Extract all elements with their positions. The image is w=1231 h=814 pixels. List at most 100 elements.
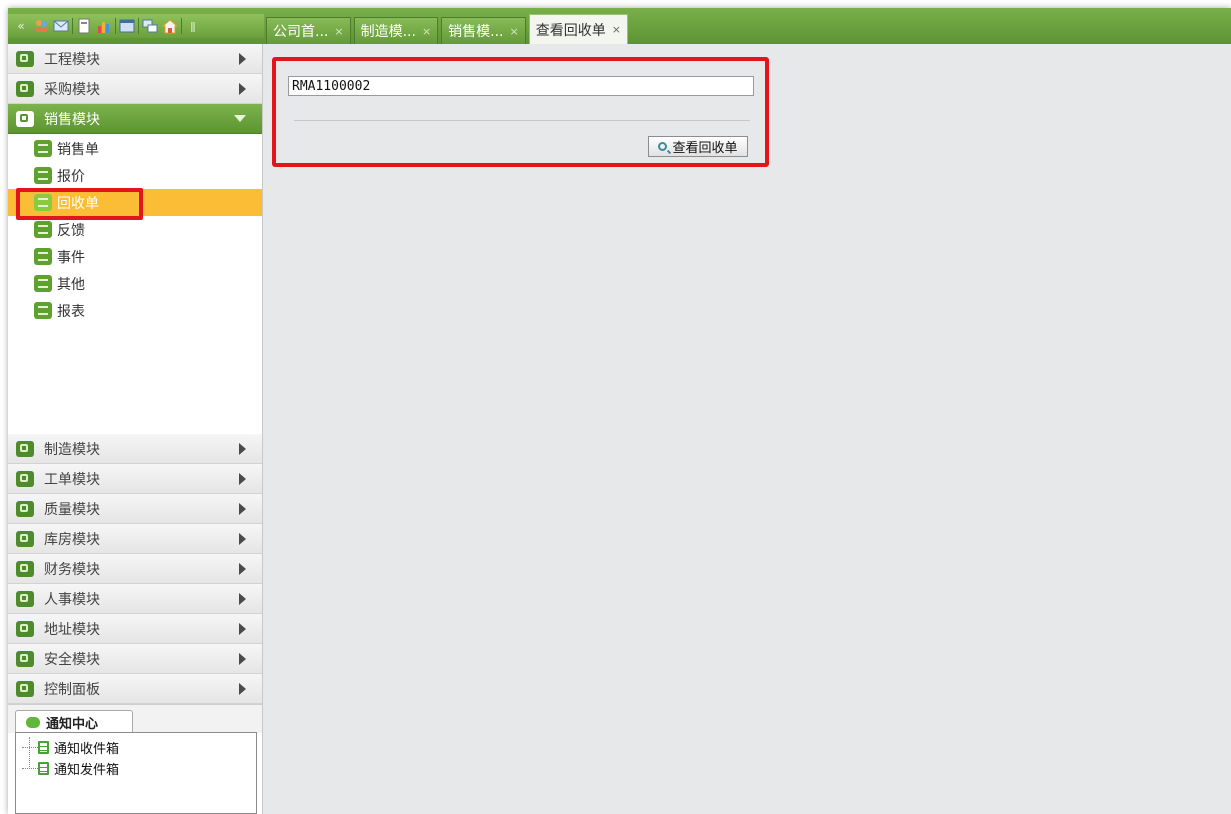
module-icon <box>16 590 34 607</box>
sidebar-module-control-panel[interactable]: 控制面板 <box>8 674 262 704</box>
chevron-right-icon <box>239 682 246 695</box>
sidebar-item-quote[interactable]: 报价 <box>8 162 262 189</box>
drag-handle-icon[interactable]: ǁ <box>184 17 202 35</box>
sidebar-item-sales-order[interactable]: 销售单 <box>8 135 262 162</box>
toolbar-separator <box>72 18 73 34</box>
chevron-down-icon <box>234 115 246 122</box>
home-icon[interactable] <box>161 17 179 35</box>
module-label: 地址模块 <box>44 621 100 638</box>
document-icon[interactable] <box>75 17 93 35</box>
chevron-right-icon <box>239 52 246 65</box>
grid-icon <box>34 275 52 292</box>
sidebar-module-manufacturing[interactable]: 制造模块 <box>8 434 262 464</box>
sidebar-item-label: 其他 <box>57 276 85 293</box>
module-label: 工程模块 <box>44 51 100 68</box>
sidebar-module-address[interactable]: 地址模块 <box>8 614 262 644</box>
module-icon <box>16 110 34 127</box>
module-icon <box>16 50 34 67</box>
tab-label: 制造模... <box>360 24 416 40</box>
notification-outbox[interactable]: 通知发件箱 <box>16 758 236 778</box>
close-icon[interactable]: × <box>334 25 343 38</box>
book-icon <box>34 248 52 265</box>
top-toolbar: « ǁ 公司首... × 制造模... × 销售模... × 查看回收单 × <box>8 8 1231 44</box>
tree-branch <box>22 767 38 769</box>
highlight-box-sidebar <box>16 188 143 220</box>
close-icon[interactable]: × <box>510 25 519 38</box>
module-icon <box>16 620 34 637</box>
module-icon <box>16 530 34 547</box>
toolbar-separator <box>115 18 116 34</box>
tab-company-home[interactable]: 公司首... × <box>266 17 351 44</box>
sidebar: 工程模块 采购模块 销售模块 销售单 报价 回收单 反馈 事件 其他 报表 制造… <box>8 44 263 814</box>
module-label: 销售模块 <box>44 111 100 128</box>
notification-tab-label: 通知中心 <box>46 717 99 732</box>
quick-toolbar: « ǁ <box>8 14 264 38</box>
module-icon <box>16 440 34 457</box>
chevron-right-icon <box>239 622 246 635</box>
sidebar-module-security[interactable]: 安全模块 <box>8 644 262 674</box>
tag-icon <box>34 167 52 184</box>
notification-tree: 通知收件箱 通知发件箱 <box>15 732 257 814</box>
report-icon <box>34 302 52 319</box>
module-label: 制造模块 <box>44 441 100 458</box>
chevron-right-icon <box>239 592 246 605</box>
document-icon <box>38 761 49 775</box>
sidebar-item-other[interactable]: 其他 <box>8 270 262 297</box>
close-icon[interactable]: × <box>422 25 431 38</box>
module-icon <box>16 680 34 697</box>
sidebar-module-warehouse[interactable]: 库房模块 <box>8 524 262 554</box>
tab-label: 销售模... <box>448 24 504 40</box>
window-icon[interactable] <box>118 17 136 35</box>
module-label: 质量模块 <box>44 501 100 518</box>
sidebar-module-quality[interactable]: 质量模块 <box>8 494 262 524</box>
tab-label: 公司首... <box>273 24 329 40</box>
sidebar-module-engineering[interactable]: 工程模块 <box>8 44 262 74</box>
module-icon <box>16 560 34 577</box>
tab-view-rma[interactable]: 查看回收单 × <box>528 14 628 44</box>
sidebar-module-hr[interactable]: 人事模块 <box>8 584 262 614</box>
chevron-right-icon <box>239 562 246 575</box>
tab-notification-center[interactable]: 通知中心 <box>15 710 133 734</box>
document-icon <box>38 740 49 754</box>
sidebar-item-events[interactable]: 事件 <box>8 243 262 270</box>
feedback-icon <box>34 221 52 238</box>
sidebar-module-purchasing[interactable]: 采购模块 <box>8 74 262 104</box>
mail-icon[interactable] <box>52 17 70 35</box>
module-label: 库房模块 <box>44 531 100 548</box>
sidebar-item-label: 报价 <box>57 168 85 185</box>
users-icon[interactable] <box>32 17 50 35</box>
chevron-right-icon <box>239 82 246 95</box>
module-icon <box>16 650 34 667</box>
sidebar-item-feedback[interactable]: 反馈 <box>8 216 262 243</box>
sidebar-item-label: 事件 <box>57 249 85 266</box>
close-icon[interactable]: × <box>612 23 621 36</box>
chart-icon[interactable] <box>95 17 113 35</box>
module-label: 财务模块 <box>44 561 100 578</box>
module-icon <box>16 470 34 487</box>
notification-inbox[interactable]: 通知收件箱 <box>16 737 236 757</box>
chevron-right-icon <box>239 652 246 665</box>
toolbar-separator <box>181 18 182 34</box>
sidebar-item-reports[interactable]: 报表 <box>8 297 262 324</box>
sidebar-module-finance[interactable]: 财务模块 <box>8 554 262 584</box>
chevron-right-icon <box>239 442 246 455</box>
highlight-box-panel <box>272 57 769 167</box>
collapse-icon[interactable]: « <box>12 17 30 35</box>
chevron-right-icon <box>239 532 246 545</box>
tab-bar: 公司首... × 制造模... × 销售模... × 查看回收单 × <box>266 14 628 44</box>
chat-bubble-icon <box>26 717 40 728</box>
sidebar-item-label: 反馈 <box>57 222 85 239</box>
module-label: 采购模块 <box>44 81 100 98</box>
sidebar-item-label: 报表 <box>57 303 85 320</box>
switch-icon[interactable] <box>141 17 159 35</box>
toolbar-separator <box>138 18 139 34</box>
sidebar-module-sales[interactable]: 销售模块 <box>8 104 262 134</box>
chevron-right-icon <box>239 502 246 515</box>
tab-manufacturing[interactable]: 制造模... × <box>353 17 439 44</box>
dollar-icon <box>34 140 52 157</box>
sidebar-module-work-order[interactable]: 工单模块 <box>8 464 262 494</box>
tab-sales[interactable]: 销售模... × <box>441 17 526 44</box>
tree-branch <box>22 746 38 748</box>
tree-item-label: 通知收件箱 <box>54 741 120 757</box>
module-icon <box>16 80 34 97</box>
